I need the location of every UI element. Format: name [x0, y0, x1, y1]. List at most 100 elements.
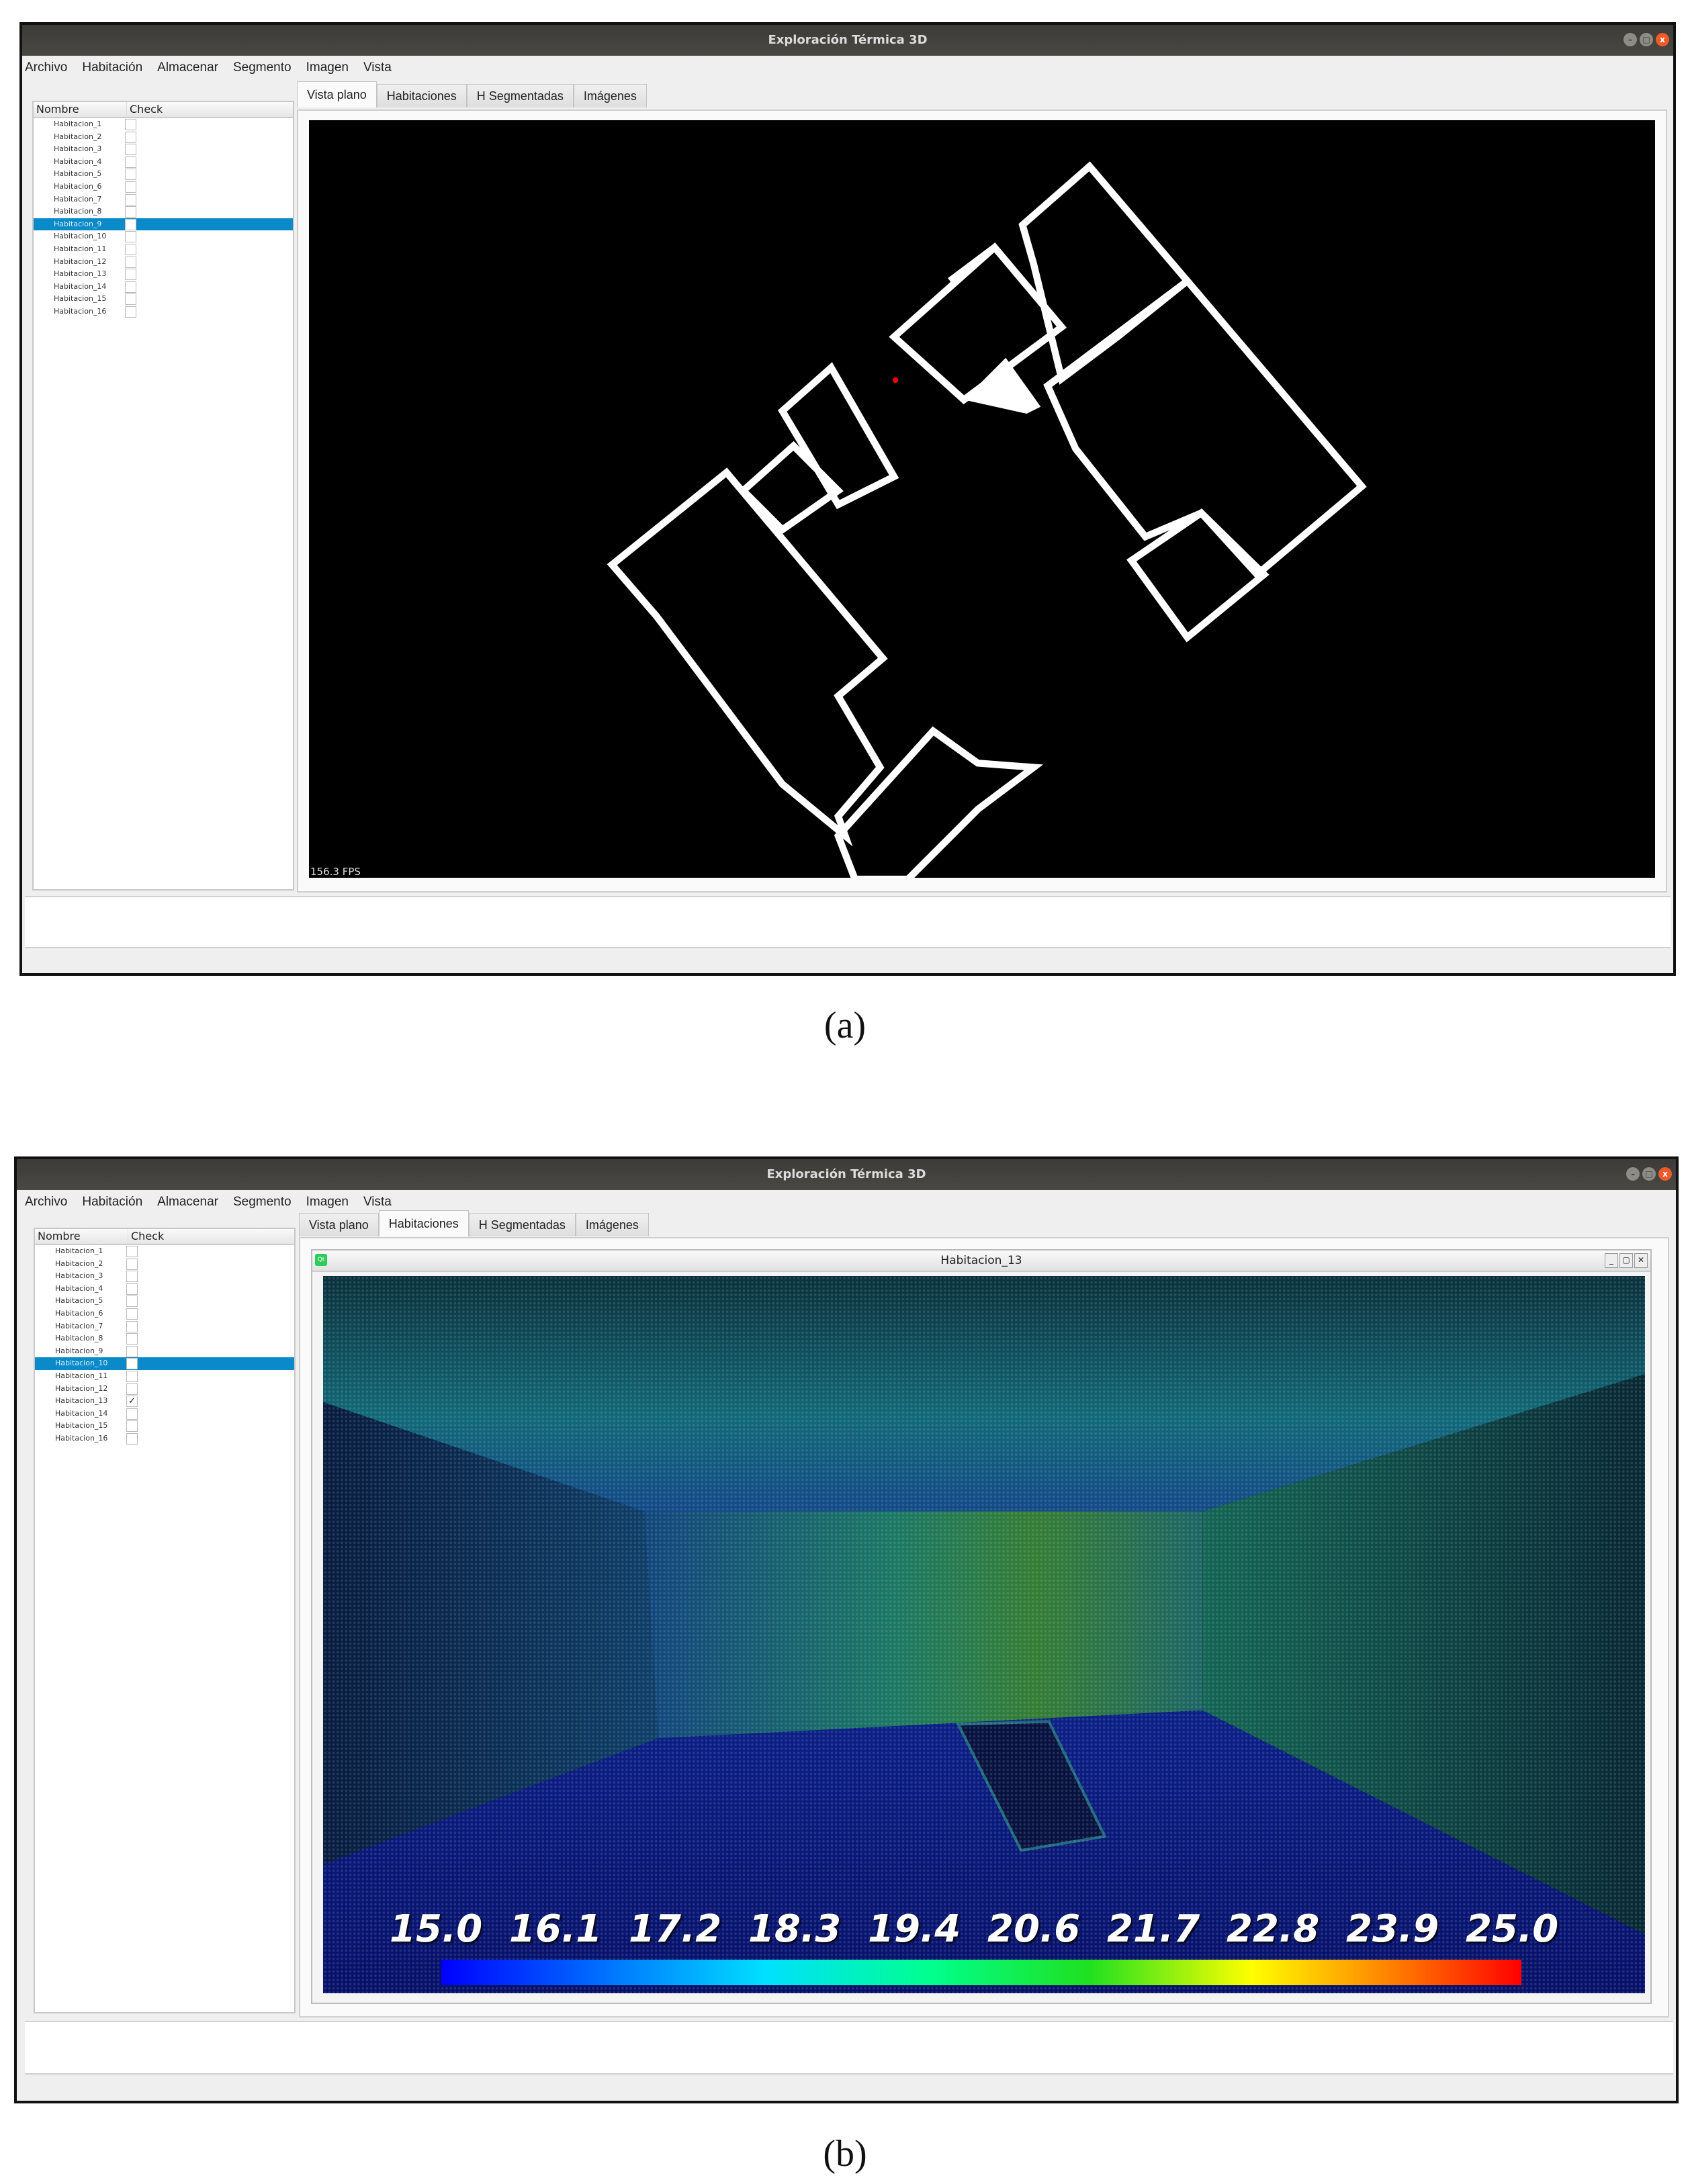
subwindow-close-button[interactable]: ✕	[1634, 1253, 1648, 1268]
minimize-button[interactable]: –	[1624, 33, 1637, 46]
menu-segmento[interactable]: Segmento	[233, 56, 292, 80]
tab-0[interactable]: Vista plano	[299, 1213, 379, 1236]
room-checkbox[interactable]	[126, 1358, 138, 1370]
room-list-item[interactable]: Habitacion_1	[34, 118, 293, 131]
room-checkbox[interactable]	[125, 231, 136, 243]
room-checkbox[interactable]	[125, 218, 136, 230]
room-checkbox[interactable]	[126, 1258, 138, 1270]
room-checkbox[interactable]	[126, 1283, 138, 1295]
menu-imagen[interactable]: Imagen	[306, 56, 349, 80]
room-checkbox[interactable]	[126, 1333, 138, 1345]
room-list-item[interactable]: Habitacion_5	[34, 168, 293, 181]
room-list-item[interactable]: Habitacion_2	[34, 131, 293, 144]
room-list-item[interactable]: Habitacion_10	[35, 1357, 294, 1370]
column-check[interactable]: Check	[127, 102, 163, 117]
room-list-item[interactable]: Habitacion_9	[34, 218, 293, 231]
tab-1[interactable]: Habitaciones	[376, 84, 467, 107]
close-button[interactable]: x	[1658, 1167, 1672, 1181]
tab-2[interactable]: H Segmentadas	[466, 84, 574, 107]
column-nombre[interactable]: Nombre	[35, 1229, 128, 1244]
room-checkbox[interactable]	[125, 119, 136, 130]
tab-1[interactable]: Habitaciones	[378, 1210, 469, 1236]
menu-imagen[interactable]: Imagen	[306, 1190, 349, 1214]
room-checkbox[interactable]	[126, 1383, 138, 1395]
room-checkbox[interactable]	[126, 1345, 138, 1357]
room-list-item[interactable]: Habitacion_4	[35, 1283, 294, 1295]
room-checkbox[interactable]: ✓	[126, 1396, 138, 1408]
menu-habitacion[interactable]: Habitación	[82, 1190, 142, 1214]
room-checkbox[interactable]	[126, 1271, 138, 1283]
room-checkbox[interactable]	[125, 144, 136, 156]
maximize-button[interactable]: □	[1642, 1167, 1656, 1181]
subwindow-minimize-button[interactable]: _	[1605, 1253, 1618, 1268]
room-list-item[interactable]: Habitacion_16	[34, 306, 293, 318]
room-checkbox[interactable]	[126, 1432, 138, 1445]
room-checkbox[interactable]	[125, 169, 136, 181]
room-list-item[interactable]: Habitacion_2	[35, 1258, 294, 1271]
room-list-item[interactable]: Habitacion_9	[35, 1345, 294, 1358]
room-list-item[interactable]: Habitacion_11	[35, 1370, 294, 1383]
room-list-item[interactable]: Habitacion_14	[34, 281, 293, 293]
room-checkbox[interactable]	[126, 1320, 138, 1332]
maximize-button[interactable]: □	[1640, 33, 1653, 46]
room-checkbox[interactable]	[126, 1308, 138, 1320]
room-list-item[interactable]: Habitacion_1	[35, 1245, 294, 1258]
room-list-item[interactable]: Habitacion_12	[35, 1383, 294, 1396]
room-checkbox[interactable]	[125, 181, 136, 193]
room-checkbox[interactable]	[126, 1370, 138, 1382]
room-list-item[interactable]: Habitacion_7	[35, 1320, 294, 1333]
room-checkbox[interactable]	[125, 293, 136, 306]
room-list-item[interactable]: Habitacion_6	[34, 181, 293, 193]
room-checkbox[interactable]	[125, 243, 136, 255]
room-checkbox[interactable]	[125, 156, 136, 168]
room-list-item[interactable]: Habitacion_6	[35, 1308, 294, 1320]
subwindow-restore-button[interactable]: ▢	[1619, 1253, 1633, 1268]
room-checkbox[interactable]	[126, 1420, 138, 1432]
room-list-item[interactable]: Habitacion_8	[35, 1332, 294, 1345]
room-checkbox[interactable]	[125, 256, 136, 268]
room-checkbox[interactable]	[125, 281, 136, 293]
room-checkbox[interactable]	[125, 306, 136, 318]
room-list-item[interactable]: Habitacion_13	[34, 268, 293, 281]
room-list-item[interactable]: Habitacion_4	[34, 156, 293, 169]
menu-almacenar[interactable]: Almacenar	[157, 1190, 218, 1214]
room-list-item[interactable]: Habitacion_13 ✓	[35, 1395, 294, 1408]
room-checkbox[interactable]	[126, 1246, 138, 1257]
room-checkbox[interactable]	[126, 1408, 138, 1420]
room-list-item[interactable]: Habitacion_11	[34, 243, 293, 256]
room-list-item[interactable]: Habitacion_15	[34, 293, 293, 306]
tab-3[interactable]: Imágenes	[575, 1213, 649, 1236]
room-checkbox[interactable]	[125, 193, 136, 206]
room-checkbox[interactable]	[125, 131, 136, 143]
minimize-button[interactable]: –	[1626, 1167, 1640, 1181]
menu-habitacion[interactable]: Habitación	[82, 56, 142, 80]
room-list-item[interactable]: Habitacion_10	[34, 230, 293, 243]
close-button[interactable]: x	[1656, 33, 1669, 46]
room-list-item[interactable]: Habitacion_3	[35, 1270, 294, 1283]
floor-plan-view[interactable]: 156.3 FPS	[309, 120, 1655, 878]
room-list-item[interactable]: Habitacion_8	[34, 206, 293, 218]
menu-archivo[interactable]: Archivo	[25, 56, 67, 80]
room-name: Habitacion_1	[55, 1246, 103, 1255]
room-list-item[interactable]: Habitacion_14	[35, 1408, 294, 1420]
tab-2[interactable]: H Segmentadas	[468, 1213, 576, 1236]
menu-almacenar[interactable]: Almacenar	[157, 56, 218, 80]
menu-segmento[interactable]: Segmento	[233, 1190, 292, 1214]
tab-3[interactable]: Imágenes	[573, 84, 647, 107]
room-checkbox[interactable]	[125, 206, 136, 218]
room-list-item[interactable]: Habitacion_15	[35, 1420, 294, 1432]
room-list-item[interactable]: Habitacion_12	[34, 256, 293, 269]
column-check[interactable]: Check	[128, 1229, 164, 1244]
room-list-item[interactable]: Habitacion_16	[35, 1432, 294, 1445]
column-nombre[interactable]: Nombre	[34, 102, 127, 117]
room-checkbox[interactable]	[126, 1295, 138, 1308]
point-cloud-view[interactable]	[323, 1276, 1645, 1993]
status-area	[25, 2021, 1673, 2075]
room-list-item[interactable]: Habitacion_5	[35, 1295, 294, 1308]
menu-archivo[interactable]: Archivo	[25, 1190, 67, 1214]
room-list-item[interactable]: Habitacion_7	[34, 193, 293, 206]
room-checkbox[interactable]	[125, 269, 136, 281]
tab-0[interactable]: Vista plano	[297, 81, 377, 107]
room-list-item[interactable]: Habitacion_3	[34, 143, 293, 156]
menu-vista[interactable]: Vista	[363, 56, 392, 80]
